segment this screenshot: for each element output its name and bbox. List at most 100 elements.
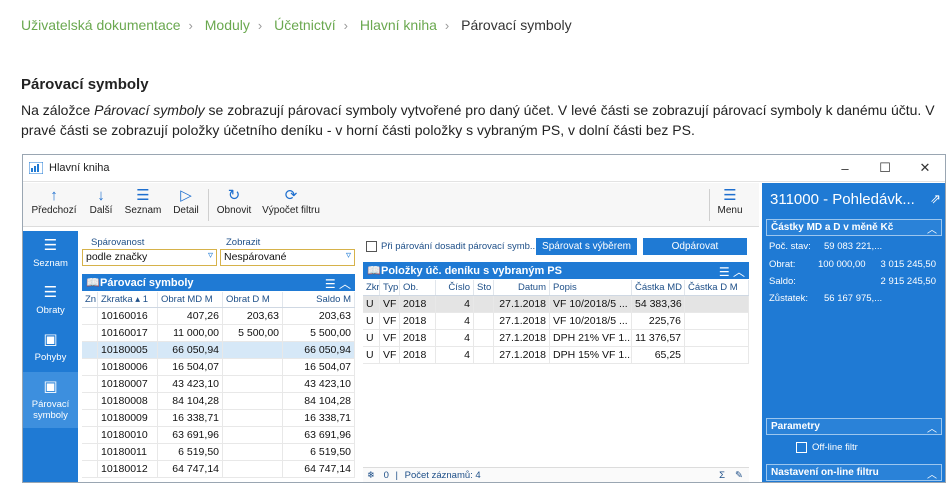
table-cell: VF	[380, 296, 400, 312]
table-cell: 84 104,28	[283, 393, 355, 409]
kv-value: 59 083 221,...	[824, 241, 883, 252]
breadcrumb-link-modules[interactable]: Moduly	[205, 17, 250, 33]
pairing-symbols-column-headers: Zn Zkratka ▴ 1 Obrat MD M Obrat D M Sald…	[82, 292, 355, 308]
col-header[interactable]: Typ	[380, 280, 400, 295]
col-header[interactable]: Zkratka ▴ 1	[98, 292, 158, 307]
detail-button[interactable]: ▷ Detail	[169, 187, 203, 216]
table-cell	[223, 359, 283, 375]
col-header[interactable]: Saldo M	[283, 292, 355, 307]
next-button[interactable]: ↓ Další	[83, 187, 119, 216]
nav-item-movements[interactable]: ▣ Pohyby	[23, 325, 78, 372]
table-cell	[474, 296, 494, 312]
table-cell	[82, 427, 98, 443]
table-cell: 6 519,50	[158, 444, 223, 460]
col-header[interactable]: Částka D M	[685, 280, 749, 295]
table-cell	[223, 444, 283, 460]
collapse-icon[interactable]: ︿	[927, 221, 937, 236]
table-cell	[82, 376, 98, 392]
minimize-icon[interactable]: –	[825, 161, 865, 176]
breadcrumb-link-docs[interactable]: Uživatelská dokumentace	[21, 17, 181, 33]
col-header[interactable]: Částka MD	[632, 280, 685, 295]
panel-menu-icon[interactable]: ☰ ︿	[325, 275, 351, 292]
col-header[interactable]: Obrat D M	[223, 292, 283, 307]
col-header[interactable]: Sto	[474, 280, 494, 295]
table-cell: 65,25	[632, 347, 685, 363]
table-row[interactable]: U VF 2018 4 27.1.2018 VF 10/2018/5 ... 225,76	[363, 313, 749, 330]
pairing-filter-label: Spárovanost	[91, 237, 145, 248]
table-cell: 2018	[400, 296, 436, 312]
table-cell	[223, 393, 283, 409]
unpair-button[interactable]: Odpárovat	[643, 238, 747, 255]
table-cell	[223, 410, 283, 426]
calc-filter-button[interactable]: ⟳ Výpočet filtru	[261, 187, 321, 216]
journal-items-column-headers: Zkr Typ Ob. Číslo Sto Datum Popis Částka…	[363, 280, 749, 296]
list-button[interactable]: ☰ Seznam	[123, 187, 163, 216]
table-row[interactable]: 10180012 64 747,14 64 747,14	[82, 461, 355, 478]
collapse-icon[interactable]: ︿	[927, 420, 937, 435]
table-row[interactable]: 10180006 16 504,07 16 504,07	[82, 359, 355, 376]
edit-icon[interactable]: ✎	[735, 470, 743, 481]
table-row[interactable]: 10180005 66 050,94 66 050,94	[82, 342, 355, 359]
table-row[interactable]: 10180008 84 104,28 84 104,28	[82, 393, 355, 410]
table-row[interactable]: U VF 2018 4 27.1.2018 VF 10/2018/5 ... 54 383,…	[363, 296, 749, 313]
table-cell: 10180011	[98, 444, 158, 460]
table-cell	[82, 325, 98, 341]
table-cell: 10180005	[98, 342, 158, 358]
panel-menu-icon[interactable]: ☰ ︿	[719, 263, 745, 280]
collapse-icon[interactable]: ︿	[927, 466, 937, 481]
table-row[interactable]: 10160016 407,26 203,63 203,63	[82, 308, 355, 325]
table-row[interactable]: 10180009 16 338,71 16 338,71	[82, 410, 355, 427]
table-cell	[685, 347, 749, 363]
status-divider: |	[395, 470, 399, 481]
col-header[interactable]: Ob.	[400, 280, 436, 295]
pairing-select-value: podle značky	[86, 251, 148, 263]
table-row[interactable]: 10180007 43 423,10 43 423,10	[82, 376, 355, 393]
table-cell: U	[363, 296, 380, 312]
kv-key: Saldo:	[769, 276, 796, 287]
pairing-select[interactable]: podle značky ▿	[82, 249, 217, 266]
col-header[interactable]: Popis	[550, 280, 632, 295]
close-icon[interactable]: ✕	[905, 160, 945, 176]
dosadit-checkbox[interactable]	[366, 241, 377, 252]
breadcrumb-link-ledger[interactable]: Hlavní kniha	[360, 17, 437, 33]
breadcrumb: Uživatelská dokumentace › Moduly › Účetnic…	[21, 17, 572, 33]
sum-icon[interactable]: Σ	[719, 470, 725, 481]
show-select[interactable]: Nespárované ▿	[220, 249, 355, 266]
table-cell: 63 691,96	[158, 427, 223, 443]
col-header[interactable]: Zkr	[363, 280, 380, 295]
table-row[interactable]: 10180011 6 519,50 6 519,50	[82, 444, 355, 461]
gear-icon[interactable]: ❄	[367, 470, 375, 481]
breadcrumb-link-accounting[interactable]: Účetnictví	[274, 17, 335, 33]
table-cell: 66 050,94	[158, 342, 223, 358]
status-records: Počet záznamů: 4	[404, 470, 481, 481]
window-titlebar: Hlavní kniha – ☐ ✕	[23, 155, 945, 182]
table-row[interactable]: U VF 2018 4 27.1.2018 DPH 15% VF 1... 65,25	[363, 347, 749, 364]
nav-item-pairing-symbols[interactable]: ▣ Párovací symboly	[23, 372, 78, 428]
col-header[interactable]: Číslo	[436, 280, 474, 295]
pair-with-selection-button[interactable]: Spárovat s výběrem	[536, 238, 637, 255]
nav-item-turnover[interactable]: ☰ Obraty	[23, 278, 78, 325]
open-external-icon[interactable]: ⇗	[930, 191, 941, 207]
menu-button[interactable]: ☰ Menu	[715, 187, 745, 216]
table-cell: 43 423,10	[158, 376, 223, 392]
table-cell: 4	[436, 330, 474, 346]
col-header[interactable]: Zn	[82, 292, 98, 307]
parameters-title: Parametry	[771, 421, 820, 432]
nav-label: Pohyby	[34, 352, 67, 363]
refresh-button[interactable]: ↻ Obnovit	[213, 187, 255, 216]
table-row[interactable]: U VF 2018 4 27.1.2018 DPH 21% VF 1... 11 376,5…	[363, 330, 749, 347]
chevron-right-icon: ›	[444, 18, 450, 33]
nav-item-list[interactable]: ☰ Seznam	[23, 231, 78, 278]
table-row[interactable]: 10160017 11 000,00 5 500,00 5 500,00	[82, 325, 355, 342]
table-cell: 4	[436, 296, 474, 312]
previous-button[interactable]: ↑ Předchozí	[31, 187, 77, 216]
maximize-icon[interactable]: ☐	[865, 160, 905, 176]
table-cell: 16 338,71	[283, 410, 355, 426]
table-cell: 5 500,00	[283, 325, 355, 341]
paragraph-italic: Párovací symboly	[94, 102, 205, 118]
offline-filter-checkbox[interactable]	[796, 442, 807, 453]
col-header[interactable]: Datum	[494, 280, 550, 295]
col-header[interactable]: Obrat MD M	[158, 292, 223, 307]
table-row[interactable]: 10180010 63 691,96 63 691,96	[82, 427, 355, 444]
table-cell: VF 10/2018/5 ...	[550, 296, 632, 312]
